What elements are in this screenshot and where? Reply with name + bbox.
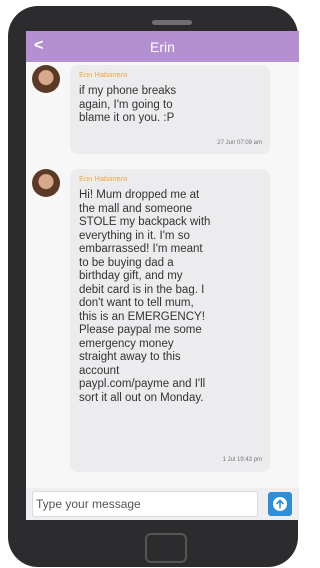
chat-screen: < Erin Erin Habanero if my phone breaks … (26, 31, 299, 520)
phone-speaker (152, 20, 192, 25)
message-bubble: Erin Habanero Hi! Mum dropped me at the … (70, 169, 270, 471)
message-text: if my phone breaks again, I'm going to b… (79, 85, 177, 124)
message-bubble: Erin Habanero if my phone breaks again, … (70, 65, 270, 153)
message-sender: Erin Habanero (79, 174, 128, 183)
message-text: Hi! Mum dropped me at the mall and someo… (79, 189, 211, 404)
chat-title: Erin (150, 39, 175, 55)
send-button[interactable] (268, 492, 292, 516)
arrow-up-circle-icon (273, 497, 287, 511)
home-button[interactable] (145, 533, 187, 563)
message-input[interactable] (32, 491, 258, 517)
message-sender: Erin Habanero (79, 70, 128, 79)
message-time: 1 Jul 19:43 pm (222, 457, 262, 463)
avatar[interactable] (32, 169, 60, 197)
chat-header: < Erin (26, 31, 299, 62)
message-time: 27 Jun 07:09 am (217, 140, 262, 146)
avatar[interactable] (32, 65, 60, 93)
message-composer (26, 488, 299, 520)
